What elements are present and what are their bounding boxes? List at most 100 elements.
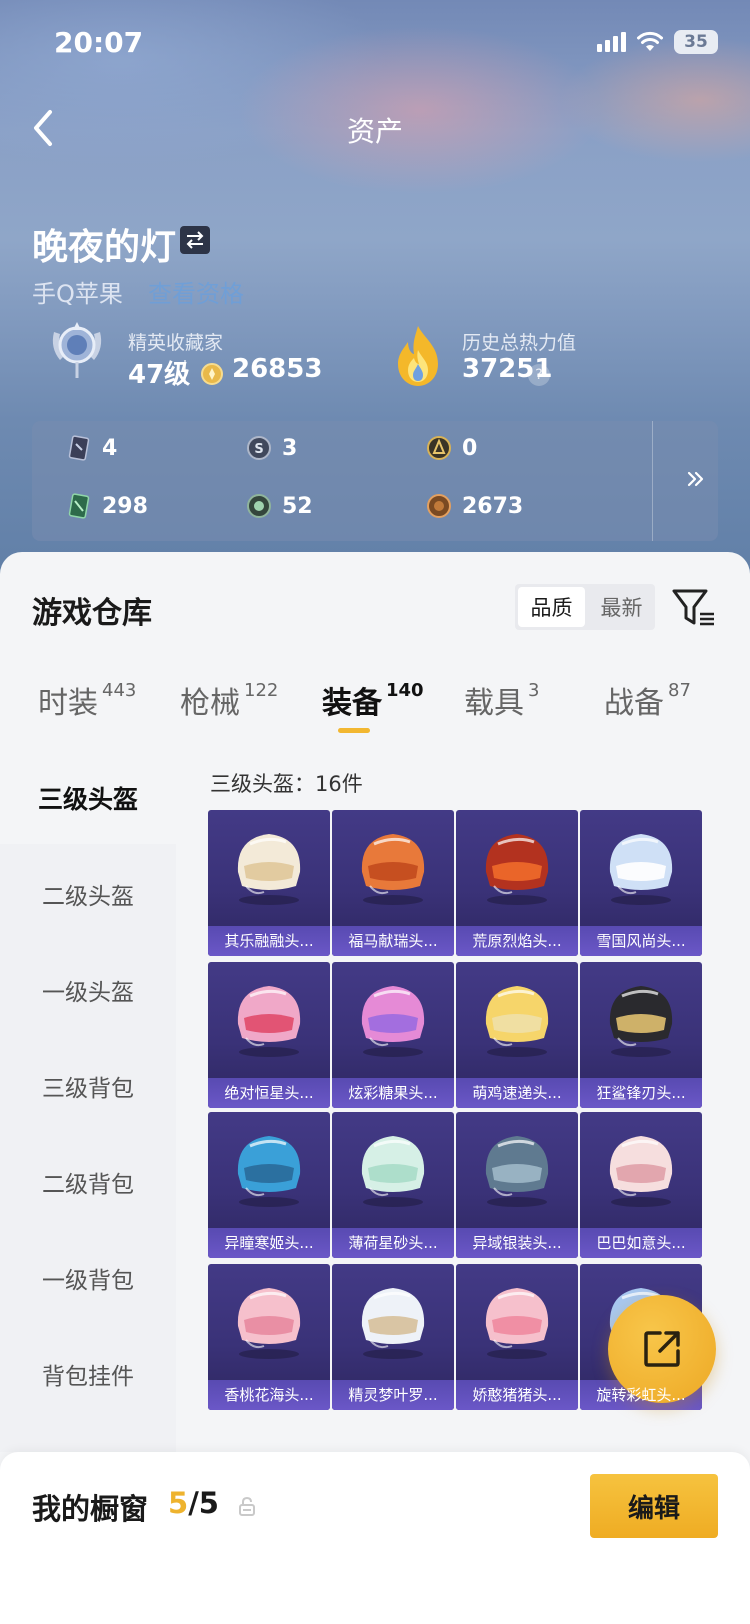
tab-vehicles[interactable]: 载具 3 (464, 642, 539, 732)
sub-item-level3-backpack[interactable]: 三级背包 (0, 1040, 176, 1132)
share-icon (644, 1331, 680, 1367)
tab-count: 87 (668, 680, 691, 701)
currency-value: 298 (102, 493, 148, 519)
item-card[interactable]: 薄荷星砂头... (332, 1112, 454, 1258)
tab-label: 载具 (464, 686, 524, 721)
page-title: 资产 (346, 115, 403, 148)
dark-card-icon (68, 435, 90, 461)
item-card[interactable]: 巴巴如意头... (580, 1112, 702, 1258)
collector-rank-badge-icon[interactable] (48, 318, 106, 380)
tab-fashion[interactable]: 时装 443 (38, 642, 136, 732)
rank-level: 47级 (128, 360, 191, 390)
edit-button[interactable]: 编辑 (590, 1474, 718, 1538)
currency-value: 4 (102, 435, 118, 461)
showcase-current: 5 (168, 1486, 189, 1520)
item-card-name: 绝对恒星头... (224, 1084, 314, 1102)
warehouse-title: 游戏仓库 (32, 596, 152, 631)
helmet-icon (361, 1288, 425, 1359)
status-time: 20:07 (54, 26, 144, 59)
sub-item-level3-helmet[interactable]: 三级头盔 (0, 752, 176, 844)
item-card[interactable]: 荒原烈焰头... (456, 810, 578, 956)
helmet-icon (361, 834, 425, 905)
item-card[interactable]: 雪国风尚头... (580, 810, 702, 956)
item-card[interactable]: 炫彩糖果头... (332, 962, 454, 1108)
signal-icon (597, 32, 626, 52)
item-card[interactable]: 狂鲨锋刃头... (580, 962, 702, 1108)
item-card[interactable]: 绝对恒星头... (208, 962, 330, 1108)
sub-item-level1-helmet[interactable]: 一级头盔 (0, 944, 176, 1036)
status-icons: 35 (597, 30, 718, 54)
collector-points-icon (201, 363, 223, 385)
platform-link[interactable]: 查看资格 (148, 274, 244, 309)
item-card[interactable]: 精灵梦叶罗... (332, 1264, 454, 1410)
item-card[interactable]: 香桃花海头... (208, 1264, 330, 1410)
item-card[interactable]: 萌鸡速递头... (456, 962, 578, 1108)
tab-guns[interactable]: 枪械 122 (180, 642, 278, 732)
item-card[interactable]: 异域银装头... (456, 1112, 578, 1258)
sort-toggle: 品质 最新 (515, 584, 655, 630)
divider (184, 360, 186, 384)
tab-count: 3 (528, 680, 540, 701)
item-card-name: 福马献瑞头... (348, 932, 438, 950)
currency-value: 0 (462, 435, 478, 461)
filter-icon[interactable] (672, 588, 716, 628)
currency-item: 298 (66, 493, 148, 519)
showcase-total: /5 (188, 1486, 219, 1520)
helmet-icon (361, 986, 425, 1057)
lock-icon[interactable] (238, 1496, 256, 1516)
currency-item: 0 (426, 435, 477, 461)
bronze-coin-icon (427, 494, 451, 518)
tab-count: 122 (244, 680, 279, 701)
item-card-name: 异瞳寒姬头... (224, 1234, 314, 1252)
item-card[interactable]: 其乐融融头... (208, 810, 330, 956)
sort-option-newest[interactable]: 最新 (588, 584, 655, 630)
tab-count: 443 (102, 680, 137, 701)
platform-label: 手Q苹果 (32, 280, 123, 308)
double-chevron-right-icon[interactable] (682, 465, 710, 493)
helmet-icon (237, 1136, 301, 1207)
item-card[interactable]: 异瞳寒姬头... (208, 1112, 330, 1258)
tab-equipment[interactable]: 装备 140 (322, 642, 424, 732)
sort-option-quality[interactable]: 品质 (518, 587, 585, 627)
wifi-icon (637, 31, 663, 51)
item-card-name: 炫彩糖果头... (348, 1084, 438, 1102)
showcase-title: 我的橱窗 (32, 1492, 149, 1526)
heat-label: 历史总热力值 (462, 332, 577, 354)
item-card-name: 狂鲨锋刃头... (596, 1084, 686, 1102)
item-card-name: 旋转彩虹头... (596, 1386, 686, 1404)
currency-item: 52 (246, 493, 313, 519)
sub-item-backpack-pendant[interactable]: 背包挂件 (0, 1328, 176, 1420)
switch-account-icon[interactable] (180, 226, 210, 254)
item-card-name: 娇憨猪猪头... (472, 1386, 562, 1404)
item-card-name: 荒原烈焰头... (472, 932, 562, 950)
tab-label: 枪械 (180, 686, 240, 721)
category-tabs: 时装 443 枪械 122 装备 140 载具 3 战备 87 (0, 642, 750, 733)
item-card[interactable]: 娇憨猪猪头... (456, 1264, 578, 1410)
helmet-icon (237, 986, 301, 1057)
helmet-icon (485, 834, 549, 905)
showcase-count: 5/5 (168, 1486, 219, 1520)
helmet-icon (361, 1136, 425, 1207)
sub-item-level2-backpack[interactable]: 二级背包 (0, 1136, 176, 1228)
helmet-icon (485, 986, 549, 1057)
tab-gear[interactable]: 战备 87 (604, 642, 691, 732)
sub-item-level1-backpack[interactable]: 一级背包 (0, 1232, 176, 1324)
item-card[interactable]: 福马献瑞头... (332, 810, 454, 956)
tab-label: 装备 (322, 686, 382, 721)
helmet-icon (237, 834, 301, 905)
subcategory-sidebar: 三级头盔 二级头盔 一级头盔 三级背包 二级背包 一级背包 背包挂件 (0, 752, 176, 1452)
item-card-name: 精灵梦叶罗... (348, 1386, 438, 1404)
fire-icon (398, 326, 438, 386)
helmet-icon (609, 834, 673, 905)
rank-points: 26853 (232, 354, 323, 384)
gold-emblem-icon (427, 436, 451, 460)
grid-count: 三级头盔：16件 (210, 772, 363, 796)
helmet-icon (485, 1136, 549, 1207)
item-card-name: 雪国风尚头... (596, 932, 686, 950)
help-icon[interactable]: ? (528, 364, 550, 386)
currency-value: 52 (282, 493, 313, 519)
sub-item-level2-helmet[interactable]: 二级头盔 (0, 848, 176, 940)
currency-panel[interactable]: 4 S 3 0 298 52 2673 (32, 421, 718, 541)
currency-item: S 3 (246, 435, 297, 461)
item-card-name: 巴巴如意头... (596, 1234, 686, 1252)
